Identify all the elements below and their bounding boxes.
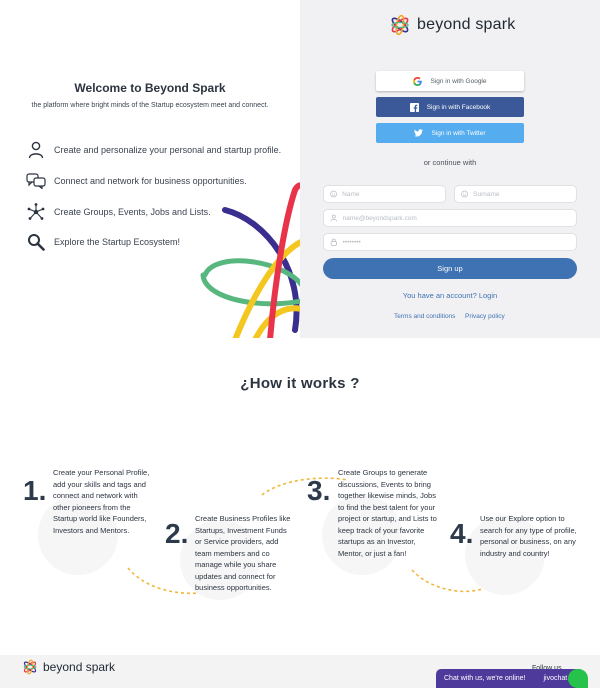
twitter-signin-button[interactable]: Sign in with Twitter [376,123,524,143]
feature-text: Create Groups, Events, Jobs and Lists. [54,207,211,217]
twitter-signin-label: Sign in with Twitter [431,129,486,137]
terms-link[interactable]: Terms and conditions [394,313,455,320]
user-icon [330,214,338,222]
step-number: 2. [165,518,189,549]
step-description: Create Groups to generate discussions, E… [338,468,437,558]
step-number: 1. [23,475,47,506]
or-continue-text: or continue with [423,158,477,167]
step-number: 3. [307,475,331,506]
feature-text: Explore the Startup Ecosystem! [54,237,181,247]
footer-brand-name: beyond spark [43,660,116,674]
privacy-link[interactable]: Privacy policy [465,313,505,320]
step-description: Use our Explore option to search for any… [480,514,577,558]
facebook-signin-button[interactable]: Sign in with Facebook [376,97,524,117]
google-signin-button[interactable]: Sign in with Google [376,71,524,91]
name-input[interactable] [342,190,445,198]
feature-profile: Create and personalize your personal and… [26,140,281,160]
feature-explore: Explore the Startup Ecosystem! [26,232,180,252]
auth-panel [300,0,600,338]
email-input[interactable] [342,214,576,222]
step-description: Create your Personal Profile, add your s… [53,468,150,535]
chat-widget-text: Chat with us, we're online! [444,675,526,682]
password-field[interactable] [323,233,577,251]
welcome-subtitle: the platform where bright minds of the S… [31,102,269,109]
chat-widget-brand: jivochat [543,675,568,682]
brand-name: beyond spark [417,16,516,33]
surname-field[interactable] [454,185,577,203]
smiley-icon [461,190,468,198]
google-signin-label: Sign in with Google [430,77,487,85]
chat-status-icon[interactable] [568,669,588,688]
twitter-icon [414,129,424,137]
email-field[interactable] [323,209,577,227]
smiley-icon [330,190,337,198]
login-link[interactable]: You have an account? Login [300,291,600,300]
how-it-works-title: ¿How it works ? [240,375,360,392]
welcome-title: Welcome to Beyond Spark [74,81,226,95]
person-icon [26,140,46,160]
welcome-panel: Welcome to Beyond Spark the platform whe… [0,0,300,338]
footer-logo[interactable]: beyond spark [22,659,115,675]
spark-logo-icon [391,14,409,36]
step-description: Create Business Profiles like Startups, … [195,514,291,592]
spark-logo-icon [23,659,37,675]
magnifier-icon [26,232,46,252]
brand-logo[interactable]: beyond spark [389,14,515,36]
surname-input[interactable] [473,190,576,198]
facebook-signin-label: Sign in with Facebook [426,103,491,111]
lock-icon [330,238,337,246]
chat-bubbles-icon [26,171,46,191]
step-number: 4. [450,518,474,549]
chat-widget[interactable]: Chat with us, we're online! jivochat [436,669,584,688]
facebook-icon [409,102,419,112]
google-icon [413,76,423,86]
hero-section: Welcome to Beyond Spark the platform whe… [0,0,600,338]
feature-text: Create and personalize your personal and… [54,145,282,155]
password-input[interactable] [342,238,576,246]
name-field[interactable] [323,185,446,203]
feature-groups: Create Groups, Events, Jobs and Lists. [26,202,211,222]
decorative-swirl-graphic [200,182,300,338]
network-nodes-icon [26,202,46,222]
signup-button[interactable]: Sign up [323,258,577,279]
